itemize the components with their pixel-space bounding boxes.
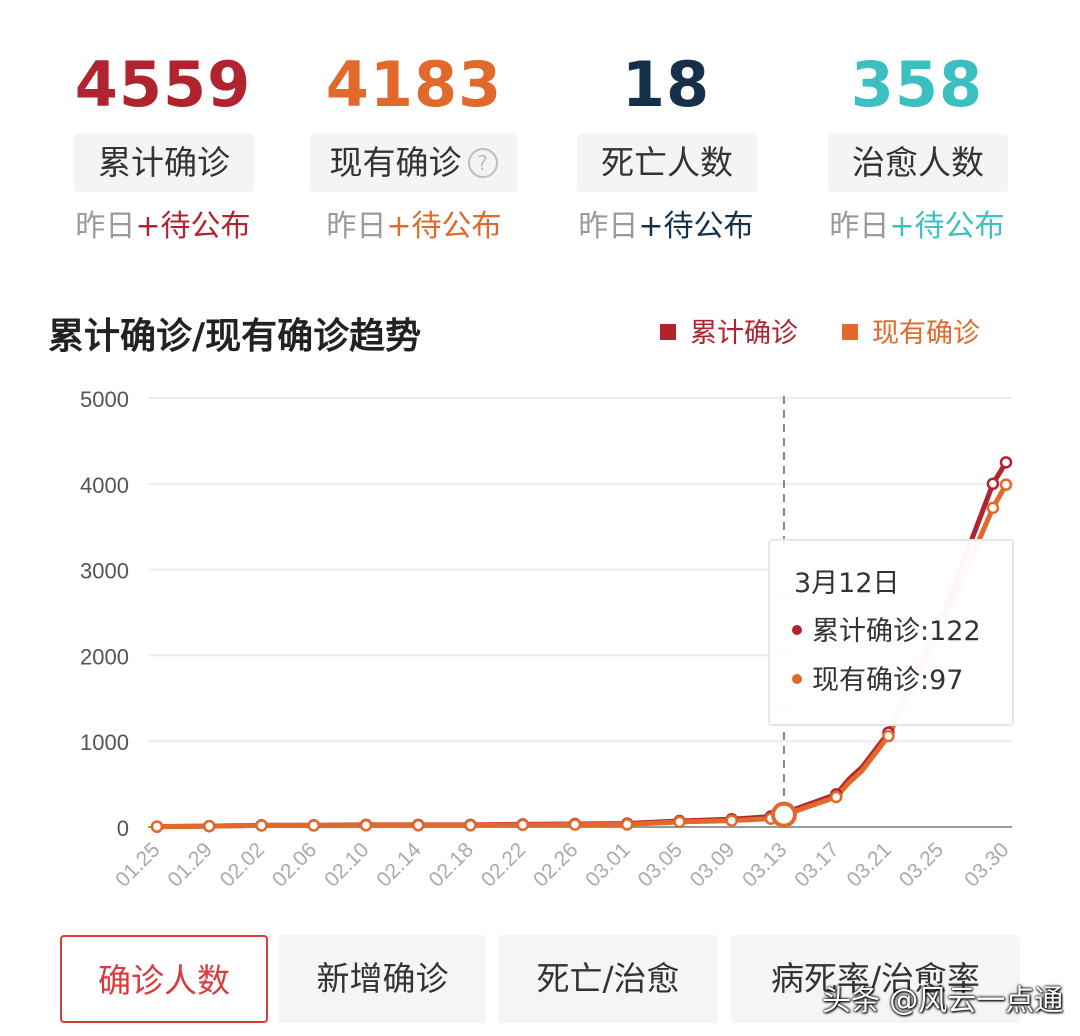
x-tick-label: 02.26 bbox=[529, 838, 582, 891]
x-tick-label: 02.18 bbox=[425, 838, 478, 891]
x-tick-label: 01.29 bbox=[163, 838, 216, 891]
yesterday-value: +待公布 bbox=[638, 209, 754, 244]
x-tick-label: 03.21 bbox=[843, 838, 896, 891]
series-point-1 bbox=[829, 790, 843, 804]
stat-yesterday: 昨日+待公布 bbox=[541, 205, 791, 249]
yesterday-prefix: 昨日 bbox=[75, 209, 136, 244]
x-tick-label: 03.05 bbox=[634, 838, 687, 891]
x-tick-label: 02.02 bbox=[216, 838, 269, 891]
y-tick-label: 0 bbox=[117, 816, 129, 841]
stat-value: 18 bbox=[621, 48, 711, 121]
x-tick-label: 02.14 bbox=[372, 838, 426, 892]
yesterday-prefix: 昨日 bbox=[829, 209, 890, 244]
tooltip-dot bbox=[792, 625, 802, 635]
stat-yesterday: 昨日+待公布 bbox=[38, 205, 288, 249]
chart-tooltip: 3月12日 累计确诊:122 现有确诊:97 bbox=[768, 539, 1014, 726]
tab-death-recovered[interactable]: 死亡/治愈 bbox=[498, 935, 718, 1023]
y-tick-label: 1000 bbox=[80, 730, 129, 755]
yesterday-prefix: 昨日 bbox=[326, 209, 387, 244]
y-tick-label: 2000 bbox=[80, 644, 129, 669]
series-point-1 bbox=[999, 478, 1013, 491]
series-point-1 bbox=[202, 819, 216, 833]
highlight-point bbox=[770, 801, 797, 828]
series-point-0 bbox=[999, 456, 1013, 469]
stat-label: 现有确诊? bbox=[310, 134, 517, 192]
legend-swatch bbox=[842, 324, 858, 340]
stats-panel: 4559 累计确诊 昨日+待公布 4183 现有确诊? 昨日+待公布 18 死亡… bbox=[0, 0, 1080, 260]
series-point-1 bbox=[150, 820, 164, 833]
yesterday-value: +待公布 bbox=[889, 209, 1005, 244]
x-tick-label: 02.22 bbox=[477, 838, 530, 891]
x-tick-label: 01.25 bbox=[111, 838, 164, 891]
series-point-1 bbox=[255, 819, 268, 832]
help-icon[interactable]: ? bbox=[467, 148, 498, 178]
watermark: 头条 @风云一点通 bbox=[822, 983, 1064, 1017]
stat-label-text: 现有确诊 bbox=[329, 143, 462, 182]
legend-item-total[interactable]: 累计确诊 bbox=[660, 316, 798, 352]
yesterday-value: +待公布 bbox=[135, 209, 251, 244]
stat-label: 死亡人数 bbox=[577, 134, 757, 192]
tooltip-row-total: 累计确诊:122 bbox=[792, 615, 981, 649]
legend-item-current[interactable]: 现有确诊 bbox=[842, 316, 980, 352]
series-point-1 bbox=[673, 815, 686, 829]
x-tick-label: 03.09 bbox=[686, 838, 739, 891]
stat-yesterday: 昨日+待公布 bbox=[289, 205, 539, 249]
y-tick-label: 3000 bbox=[80, 559, 129, 584]
legend-label: 现有确诊 bbox=[872, 318, 980, 349]
legend-swatch bbox=[660, 324, 676, 340]
series-point-1 bbox=[411, 819, 425, 832]
stat-value: 4559 bbox=[74, 48, 252, 121]
legend-label: 累计确诊 bbox=[690, 318, 798, 349]
tooltip-row-label: 累计确诊:122 bbox=[812, 616, 981, 647]
series-point-1 bbox=[516, 818, 529, 832]
series-point-1 bbox=[620, 818, 634, 831]
series-point-1 bbox=[359, 819, 373, 832]
stat-yesterday: 昨日+待公布 bbox=[792, 205, 1042, 249]
tooltip-date: 3月12日 bbox=[794, 568, 900, 599]
tooltip-dot bbox=[792, 674, 802, 684]
stat-value: 4183 bbox=[325, 48, 503, 121]
series-point-1 bbox=[882, 729, 895, 743]
x-tick-label: 03.30 bbox=[960, 838, 1013, 891]
series-point-1 bbox=[307, 819, 320, 832]
tab-new-confirmed[interactable]: 新增确诊 bbox=[279, 935, 486, 1023]
y-tick-label: 5000 bbox=[80, 387, 129, 412]
stat-value: 358 bbox=[850, 48, 984, 121]
x-tick-label: 02.06 bbox=[268, 838, 321, 891]
stat-label: 治愈人数 bbox=[828, 134, 1008, 192]
yesterday-value: +待公布 bbox=[386, 209, 502, 244]
tooltip-row-current: 现有确诊:97 bbox=[792, 664, 963, 698]
x-tick-label: 03.17 bbox=[790, 838, 843, 891]
x-tick-label: 03.25 bbox=[895, 838, 948, 891]
yesterday-prefix: 昨日 bbox=[578, 209, 639, 244]
series-point-1 bbox=[725, 814, 738, 827]
y-tick-label: 4000 bbox=[80, 473, 129, 498]
x-tick-label: 03.01 bbox=[581, 838, 634, 891]
x-tick-label: 03.13 bbox=[738, 838, 791, 891]
x-tick-label: 02.10 bbox=[320, 838, 373, 891]
tab-confirmed-count[interactable]: 确诊人数 bbox=[60, 935, 268, 1023]
tooltip-row-label: 现有确诊:97 bbox=[812, 665, 964, 696]
series-point-1 bbox=[568, 818, 582, 831]
chart-title: 累计确诊/现有确诊趋势 bbox=[48, 316, 422, 357]
series-point-1 bbox=[986, 501, 1000, 515]
stat-label: 累计确诊 bbox=[74, 134, 254, 192]
series-point-0 bbox=[986, 477, 1000, 491]
series-point-1 bbox=[464, 819, 477, 832]
